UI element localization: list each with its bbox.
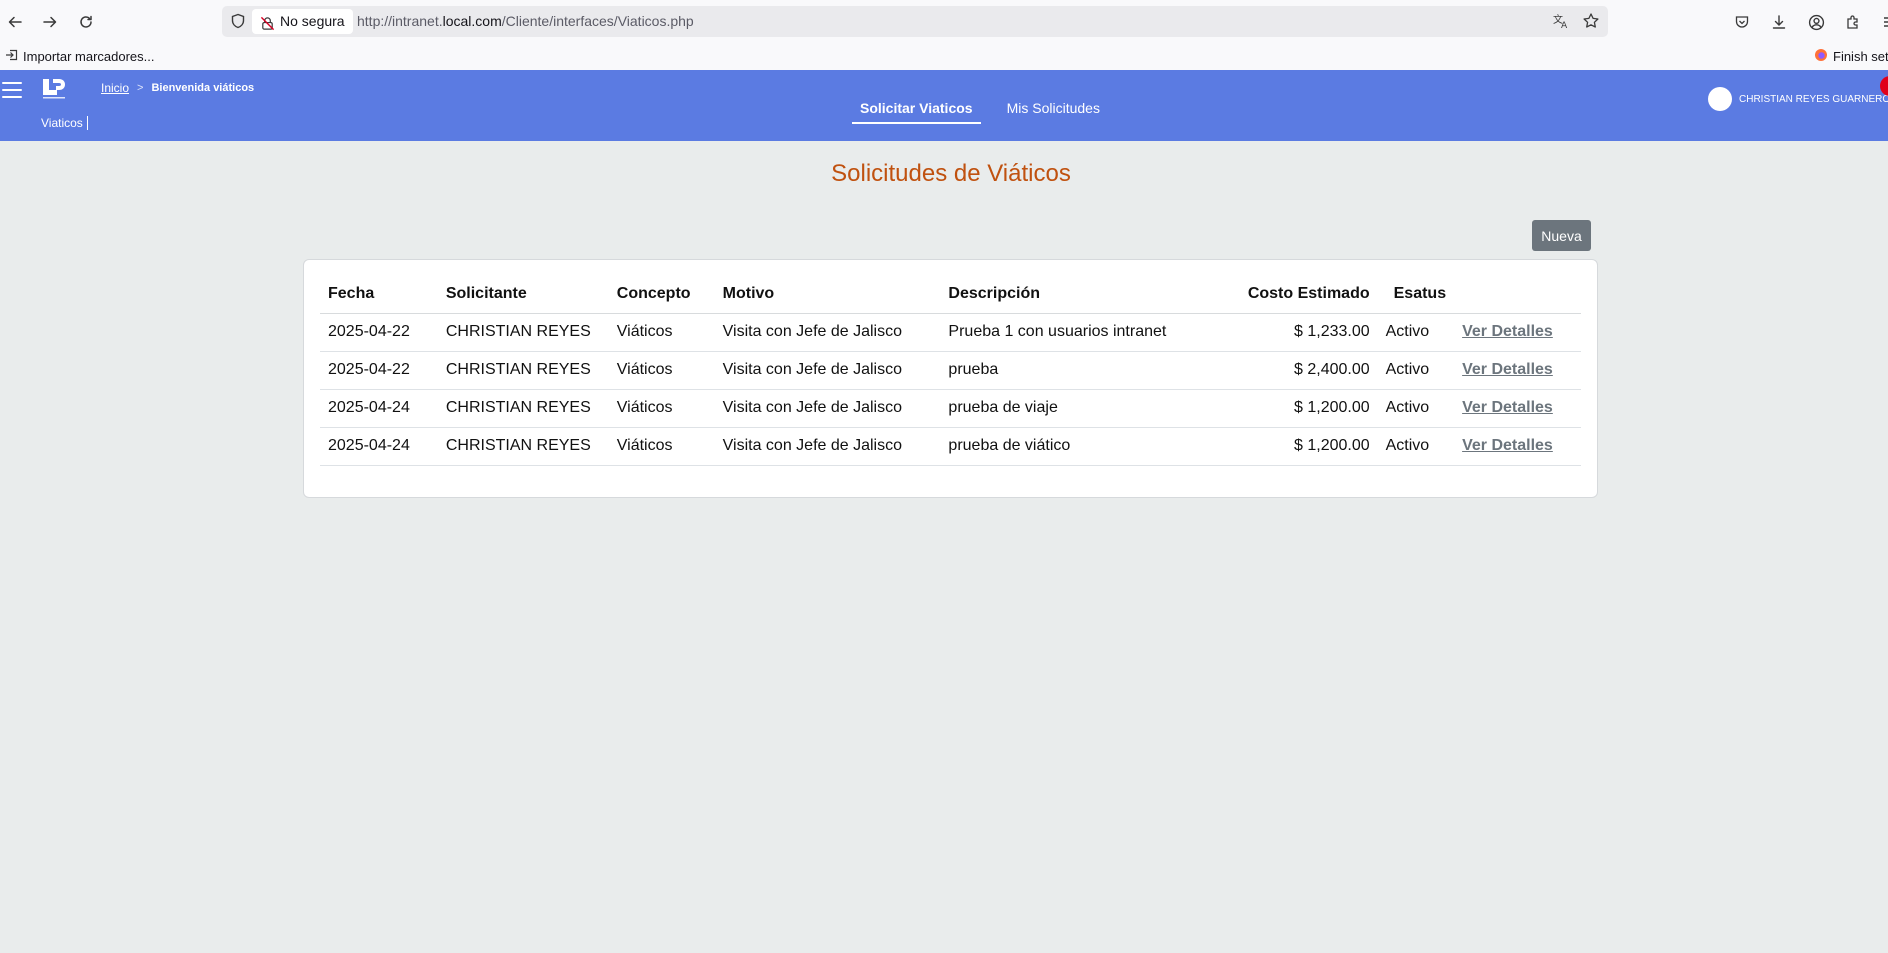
ver-detalles-link[interactable]: Ver Detalles <box>1462 399 1553 416</box>
table-row: 2025-04-24 CHRISTIAN REYES Viáticos Visi… <box>320 389 1581 428</box>
cell-concepto: Viáticos <box>608 351 715 390</box>
cell-solicitante: CHRISTIAN REYES <box>437 313 609 352</box>
cell-descripcion: prueba <box>940 351 1219 390</box>
bookmark-finish-label: Finish setup <box>1833 49 1888 64</box>
module-caret <box>86 116 88 130</box>
extensions-icon[interactable] <box>1841 10 1865 34</box>
cell-accion: Ver Detalles <box>1454 313 1581 352</box>
insecure-lock-icon <box>260 14 275 39</box>
cell-descripcion: prueba de viático <box>940 427 1219 466</box>
cell-fecha: 2025-04-24 <box>320 427 438 466</box>
url-text[interactable]: http://intranet.local.com/Cliente/interf… <box>357 13 694 29</box>
cell-motivo: Visita con Jefe de Jalisco <box>714 389 941 428</box>
pocket-icon[interactable] <box>1730 10 1754 34</box>
header-estatus[interactable]: Esatus <box>1377 275 1455 314</box>
ver-detalles-link[interactable]: Ver Detalles <box>1462 361 1553 378</box>
requests-table: Fecha Solicitante Concepto Motivo Descri… <box>320 275 1581 466</box>
hamburger-menu-icon[interactable] <box>2 82 22 98</box>
forward-icon[interactable] <box>37 9 63 35</box>
breadcrumb: Inicio > Bienvenida viáticos <box>101 81 254 95</box>
cell-concepto: Viáticos <box>608 389 715 428</box>
cell-fecha: 2025-04-24 <box>320 389 438 428</box>
cell-concepto: Viáticos <box>608 313 715 352</box>
cell-solicitante: CHRISTIAN REYES <box>437 389 609 428</box>
reload-icon[interactable] <box>73 9 99 35</box>
header-tabs: Solicitar Viaticos Mis Solicitudes <box>852 100 1108 124</box>
header-fecha[interactable]: Fecha <box>320 275 438 314</box>
browser-toolbar: No segura http://intranet.local.com/Clie… <box>0 0 1888 43</box>
tab-solicitar-viaticos[interactable]: Solicitar Viaticos <box>852 100 981 124</box>
header-costo-estimado[interactable]: Costo Estimado <box>1218 275 1378 314</box>
firefox-icon <box>1814 48 1828 65</box>
svg-text:A: A <box>1561 21 1568 30</box>
cell-solicitante: CHRISTIAN REYES <box>437 351 609 390</box>
bookmark-star-icon[interactable] <box>1582 12 1600 35</box>
url-host: local.com <box>442 13 502 29</box>
cell-solicitante: CHRISTIAN REYES <box>437 427 609 466</box>
cell-accion: Ver Detalles <box>1454 389 1581 428</box>
app-header: Inicio > Bienvenida viáticos Viaticos So… <box>0 70 1888 141</box>
cell-motivo: Visita con Jefe de Jalisco <box>714 313 941 352</box>
ver-detalles-link[interactable]: Ver Detalles <box>1462 437 1553 454</box>
requests-card: Fecha Solicitante Concepto Motivo Descri… <box>303 259 1598 498</box>
shield-icon[interactable] <box>230 13 246 34</box>
header-actions <box>1454 275 1581 314</box>
cell-motivo: Visita con Jefe de Jalisco <box>714 427 941 466</box>
table-row: 2025-04-24 CHRISTIAN REYES Viáticos Visi… <box>320 427 1581 466</box>
page-title: Solicitudes de Viáticos <box>831 160 1071 187</box>
bookmark-finish-setup[interactable]: Finish setup <box>1814 48 1888 65</box>
url-path: /Cliente/interfaces/Viaticos.php <box>501 13 694 29</box>
module-label-text: Viaticos <box>41 116 83 130</box>
bookmarks-bar: Importar marcadores... Finish setup <box>0 43 1888 70</box>
cell-fecha: 2025-04-22 <box>320 313 438 352</box>
cell-costo: $ 1,200.00 <box>1218 427 1378 466</box>
url-bar[interactable]: No segura http://intranet.local.com/Clie… <box>222 6 1608 37</box>
url-prefix: http://intranet. <box>357 13 443 29</box>
new-request-button[interactable]: Nueva <box>1532 220 1591 251</box>
header-descripcion[interactable]: Descripción <box>940 275 1219 314</box>
cell-estatus: Activo <box>1377 427 1455 466</box>
header-solicitante[interactable]: Solicitante <box>437 275 609 314</box>
bookmark-import-label: Importar marcadores... <box>23 49 155 64</box>
table-header-row: Fecha Solicitante Concepto Motivo Descri… <box>320 275 1581 314</box>
cell-motivo: Visita con Jefe de Jalisco <box>714 351 941 390</box>
table-row: 2025-04-22 CHRISTIAN REYES Viáticos Visi… <box>320 313 1581 352</box>
cell-accion: Ver Detalles <box>1454 427 1581 466</box>
cell-costo: $ 1,233.00 <box>1218 313 1378 352</box>
tab-mis-solicitudes[interactable]: Mis Solicitudes <box>999 100 1108 124</box>
import-icon <box>5 48 19 65</box>
cell-descripcion: prueba de viaje <box>940 389 1219 428</box>
user-name: CHRISTIAN REYES GUARNEROS <box>1739 93 1888 105</box>
security-label: No segura <box>280 13 345 29</box>
cell-descripcion: Prueba 1 con usuarios intranet <box>940 313 1219 352</box>
bookmark-import[interactable]: Importar marcadores... <box>5 48 155 65</box>
breadcrumb-current: Bienvenida viáticos <box>151 82 255 94</box>
cell-estatus: Activo <box>1377 313 1455 352</box>
security-indicator[interactable]: No segura <box>252 9 353 34</box>
breadcrumb-home-link[interactable]: Inicio <box>101 81 129 95</box>
back-icon[interactable] <box>2 9 28 35</box>
module-label: Viaticos <box>41 116 88 130</box>
menu-icon[interactable] <box>1878 10 1888 34</box>
user-menu[interactable]: CHRISTIAN REYES GUARNEROS <box>1708 87 1888 111</box>
cell-concepto: Viáticos <box>608 427 715 466</box>
cell-fecha: 2025-04-22 <box>320 351 438 390</box>
ver-detalles-link[interactable]: Ver Detalles <box>1462 323 1553 340</box>
table-row: 2025-04-22 CHRISTIAN REYES Viáticos Visi… <box>320 351 1581 390</box>
translate-icon[interactable]: 文A <box>1552 12 1570 35</box>
downloads-icon[interactable] <box>1767 10 1791 34</box>
cell-estatus: Activo <box>1377 389 1455 428</box>
company-logo[interactable] <box>41 78 67 100</box>
cell-costo: $ 2,400.00 <box>1218 351 1378 390</box>
avatar <box>1708 87 1732 111</box>
cell-costo: $ 1,200.00 <box>1218 389 1378 428</box>
header-concepto[interactable]: Concepto <box>608 275 715 314</box>
cell-estatus: Activo <box>1377 351 1455 390</box>
cell-accion: Ver Detalles <box>1454 351 1581 390</box>
breadcrumb-separator-icon: > <box>137 82 144 94</box>
header-motivo[interactable]: Motivo <box>714 275 941 314</box>
account-icon[interactable] <box>1804 10 1828 34</box>
